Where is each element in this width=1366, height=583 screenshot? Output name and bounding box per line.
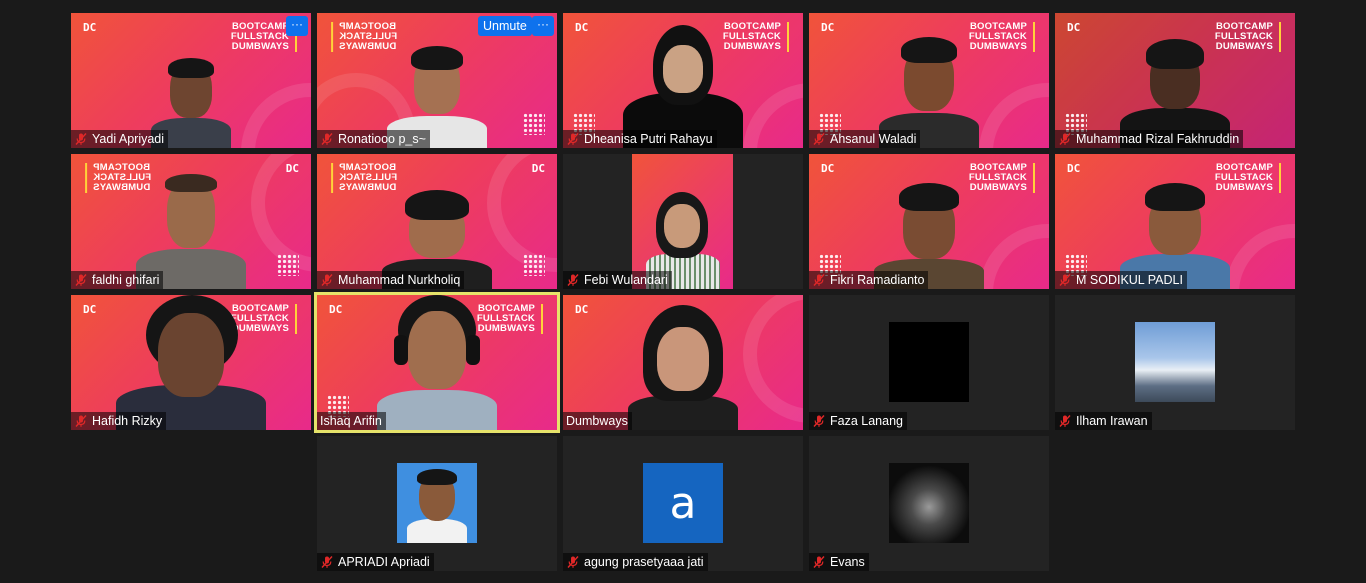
participant-video — [372, 295, 502, 430]
mic-muted-icon — [1058, 414, 1072, 428]
participant-avatar — [889, 463, 969, 543]
dumbways-logo: DC — [83, 303, 97, 316]
participant-name-label: agung prasetyaaa jati — [563, 553, 708, 571]
participant-tile[interactable]: Febi Wulandari — [563, 154, 803, 289]
participant-video — [623, 305, 743, 430]
more-options-button[interactable]: ··· — [286, 16, 308, 36]
participant-name-label: Yadi Apriyadi — [71, 130, 169, 148]
participant-name-label: Muhammad Nurkholiq — [317, 271, 465, 289]
mic-muted-icon — [1058, 273, 1072, 287]
participant-name-label: Muhammad Rizal Fakhruddin — [1055, 130, 1244, 148]
dumbways-logo: DC — [531, 162, 545, 175]
decorative-dots — [523, 113, 545, 135]
participant-tile[interactable]: DC BOOTCAMP FULLSTACK DUMBWAYS Muhammad … — [317, 154, 557, 289]
participant-name-label: Ilham Irawan — [1055, 412, 1152, 430]
participant-name-label: Ishaq Arifin — [317, 412, 386, 430]
active-speaker-tile[interactable]: DC BOOTCAMP FULLSTACK DUMBWAYS Ishaq Ari… — [314, 292, 560, 433]
unmute-button[interactable]: Unmute — [478, 16, 532, 36]
participant-tile[interactable]: Evans — [809, 436, 1049, 571]
participant-tile[interactable]: APRIADI Apriadi — [317, 436, 557, 571]
mic-muted-icon — [74, 414, 88, 428]
mic-muted-icon — [74, 273, 88, 287]
participant-name-label: Ronatiooo p_s~ — [317, 130, 430, 148]
gallery-view: DC BOOTCAMP FULLSTACK DUMBWAYS Yadi Apri… — [0, 0, 1366, 583]
mic-muted-icon — [320, 132, 334, 146]
participant-avatar — [1135, 322, 1215, 402]
participant-tile[interactable]: DC BOOTCAMP FULLSTACK DUMBWAYS Ahsanul W… — [809, 13, 1049, 148]
participant-name-label: M SODIKUL PADLI — [1055, 271, 1187, 289]
mic-muted-icon — [566, 555, 580, 569]
participant-name-label: APRIADI Apriadi — [317, 553, 434, 571]
dumbways-logo: DC — [285, 162, 299, 175]
participant-tile[interactable]: DC Dumbways — [563, 295, 803, 430]
dumbways-logo: DC — [329, 303, 343, 316]
dumbways-logo: DC — [821, 162, 835, 175]
dumbways-logo: DC — [821, 21, 835, 34]
participant-tile[interactable]: DC BOOTCAMP FULLSTACK DUMBWAYS M SODIKUL… — [1055, 154, 1295, 289]
participant-name-label: faldhi ghifari — [71, 271, 164, 289]
decorative-dots — [523, 254, 545, 276]
mic-muted-icon — [566, 273, 580, 287]
mic-muted-icon — [1058, 132, 1072, 146]
mic-muted-icon — [812, 273, 826, 287]
participant-video — [632, 154, 733, 289]
participant-tile[interactable]: Faza Lanang — [809, 295, 1049, 430]
participant-tile[interactable]: DC BOOTCAMP FULLSTACK DUMBWAYS Hafidh Ri… — [71, 295, 311, 430]
participant-tile[interactable]: DC BOOTCAMP FULLSTACK DUMBWAYS Dheanisa … — [563, 13, 803, 148]
decorative-dots — [277, 254, 299, 276]
participant-tile[interactable]: DC BOOTCAMP FULLSTACK DUMBWAYS Yadi Apri… — [71, 13, 311, 148]
participant-name-label: Dheanisa Putri Rahayu — [563, 130, 717, 148]
dumbways-logo: DC — [1067, 162, 1081, 175]
participant-tile[interactable]: BOOTCAMP FULLSTACK DUMBWAYS Ronatiooo p_… — [317, 13, 557, 148]
dumbways-logo: DC — [575, 303, 589, 316]
participant-name-label: Evans — [809, 553, 869, 571]
participant-name-label: Hafidh Rizky — [71, 412, 167, 430]
mic-muted-icon — [320, 555, 334, 569]
mic-muted-icon — [812, 414, 826, 428]
participant-video — [116, 295, 266, 430]
participant-tile[interactable]: DC BOOTCAMP FULLSTACK DUMBWAYS faldhi gh… — [71, 154, 311, 289]
participant-tile[interactable]: DC BOOTCAMP FULLSTACK DUMBWAYS Muhammad … — [1055, 13, 1295, 148]
dumbways-logo: DC — [83, 21, 97, 34]
participant-name-label: Ahsanul Waladi — [809, 130, 921, 148]
participant-tile[interactable]: DC BOOTCAMP FULLSTACK DUMBWAYS Fikri Ram… — [809, 154, 1049, 289]
participant-tile[interactable]: Ilham Irawan — [1055, 295, 1295, 430]
participant-name-label: Faza Lanang — [809, 412, 907, 430]
dumbways-logo: DC — [575, 21, 589, 34]
more-options-button[interactable]: ··· — [532, 16, 554, 36]
participant-name-label: Fikri Ramadianto — [809, 271, 929, 289]
participant-avatar: a — [643, 463, 723, 543]
mic-muted-icon — [320, 273, 334, 287]
participant-tile[interactable]: a agung prasetyaaa jati — [563, 436, 803, 571]
mic-muted-icon — [74, 132, 88, 146]
participant-avatar — [889, 322, 969, 402]
dumbways-logo: DC — [1067, 21, 1081, 34]
participant-name-label: Dumbways — [563, 412, 632, 430]
mic-muted-icon — [812, 555, 826, 569]
mic-muted-icon — [566, 132, 580, 146]
participant-name-label: Febi Wulandari — [563, 271, 672, 289]
participant-avatar — [397, 463, 477, 543]
mic-muted-icon — [812, 132, 826, 146]
